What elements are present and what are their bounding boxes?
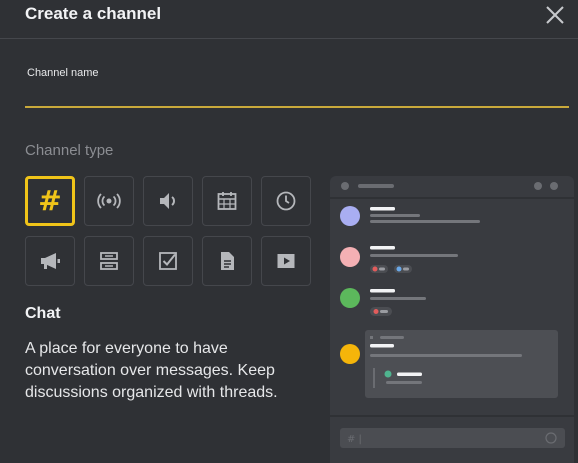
channel-type-clock[interactable]	[261, 176, 311, 226]
channel-name-label: Channel name	[27, 67, 99, 79]
channel-type-chat[interactable]: #	[25, 176, 75, 226]
channel-name-input[interactable]	[25, 84, 569, 108]
hash-icon: #	[38, 184, 62, 217]
channel-type-forum[interactable]	[84, 236, 134, 286]
channel-type-audio[interactable]	[84, 176, 134, 226]
forum-icon	[100, 252, 118, 270]
calendar-icon	[217, 192, 237, 210]
play-icon	[277, 254, 295, 268]
speaker-icon	[160, 193, 175, 209]
preview-illustration: # |	[330, 182, 574, 448]
channel-type-label: Channel type	[25, 142, 114, 159]
selected-type-title: Chat	[25, 305, 61, 322]
dialog-header: Create a channel	[0, 0, 578, 39]
channel-type-media[interactable]	[261, 236, 311, 286]
channel-type-announcement[interactable]	[25, 236, 75, 286]
channel-type-voice[interactable]	[143, 176, 193, 226]
megaphone-icon	[41, 253, 60, 269]
clock-icon	[276, 191, 296, 211]
selected-type-description: A place for everyone to have conversatio…	[25, 340, 278, 401]
channel-type-calendar[interactable]	[202, 176, 252, 226]
channel-type-grid: #	[25, 176, 320, 286]
checkbox-icon	[159, 252, 177, 270]
close-button[interactable]	[544, 4, 566, 26]
close-icon	[546, 6, 564, 24]
channel-type-docs[interactable]	[202, 236, 252, 286]
broadcast-icon	[97, 193, 121, 209]
document-icon	[221, 252, 234, 270]
channel-type-tasks[interactable]	[143, 236, 193, 286]
composer-prefix: # |	[347, 434, 362, 445]
channel-preview: # |	[330, 176, 574, 463]
dialog-title: Create a channel	[25, 4, 162, 23]
